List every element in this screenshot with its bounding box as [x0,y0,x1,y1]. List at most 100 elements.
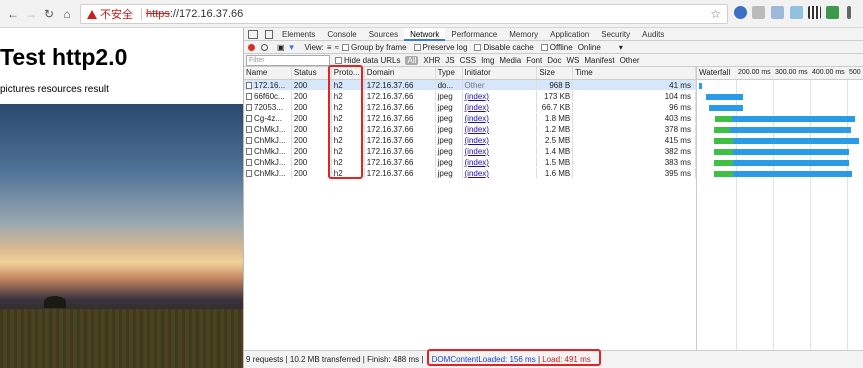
tab-application[interactable]: Application [544,28,595,41]
request-initiator[interactable]: (index) [463,146,538,156]
request-size: 66.7 KB [537,102,574,112]
filter-type-ws[interactable]: WS [566,56,579,65]
request-domain: 172.16.37.66 [365,124,436,134]
filter-input[interactable]: Filter [246,54,330,66]
disable-cache-checkbox[interactable] [474,43,482,51]
offline-option: Offline [540,43,573,52]
extension-icon-5[interactable] [826,6,839,19]
table-row[interactable]: ChMkJ... 200 h2 172.16.37.66 jpeg (index) 2.5 … [244,135,696,146]
filter-type-media[interactable]: Media [499,56,521,65]
table-row[interactable]: ChMkJ... 200 h2 172.16.37.66 jpeg (index) 1.2 … [244,124,696,135]
column-header-waterfall[interactable]: Waterfall [699,67,730,79]
record-icon[interactable] [248,43,255,51]
request-initiator-text: (index) [464,136,489,145]
request-name: Cg-4z... [244,113,292,123]
tab-console[interactable]: Console [321,28,362,41]
extension-icon-1[interactable] [734,6,747,19]
tab-memory[interactable]: Memory [503,28,544,41]
table-row[interactable]: ChMkJ... 200 h2 172.16.37.66 jpeg (index) 1.4 … [244,146,696,157]
tab-audits[interactable]: Audits [636,28,670,41]
reload-icon[interactable]: ↻ [40,5,58,23]
photo-field [0,309,243,368]
table-row[interactable]: ChMkJ... 200 h2 172.16.37.66 jpeg (index) 1.5 … [244,157,696,168]
table-row[interactable]: ChMkJ... 200 h2 172.16.37.66 jpeg (index) 1.6 … [244,168,696,179]
request-status-text: 200 [293,103,308,112]
waterfall-download-bar [699,83,703,89]
camera-icon[interactable]: ▣ [277,43,285,52]
filter-type-other[interactable]: Other [620,56,640,65]
group-by-frame-checkbox[interactable] [341,43,349,51]
request-size: 1.4 MB [537,146,574,156]
image-file-icon [246,126,252,134]
request-type: jpeg [436,168,463,178]
tab-sources[interactable]: Sources [363,28,404,41]
request-initiator[interactable]: (index) [463,124,538,134]
table-row[interactable]: 72053... 200 h2 172.16.37.66 jpeg (index) 66.7… [244,102,696,113]
large-rows-icon[interactable]: ≡ [327,43,332,52]
request-initiator[interactable]: (index) [463,91,538,101]
inspect-icon[interactable] [248,29,258,39]
throttle-select[interactable]: Online ▾ [578,43,623,52]
request-initiator[interactable]: (index) [463,113,538,123]
home-icon[interactable]: ⌂ [58,5,76,23]
column-header-initiator[interactable]: Initiator [463,67,538,79]
request-initiator[interactable]: (index) [463,157,538,167]
request-domain: 172.16.37.66 [365,135,436,145]
request-initiator[interactable]: (index) [463,168,538,178]
request-time: 378 ms [573,124,696,134]
column-header-size[interactable]: Size [537,67,574,79]
request-domain: 172.16.37.66 [365,146,436,156]
preserve-log-checkbox[interactable] [413,43,421,51]
qr-code-icon[interactable] [808,6,821,19]
disable-cache-option: Disable cache [474,43,534,52]
table-row[interactable]: Cg-4z... 200 h2 172.16.37.66 jpeg (index) 1.8 … [244,113,696,124]
column-header-name[interactable]: Name [244,67,292,79]
request-initiator[interactable]: (index) [463,135,538,145]
request-name: 172.16... [244,80,292,90]
clear-icon[interactable] [261,43,268,51]
request-size: 1.5 MB [537,157,574,167]
column-header-status[interactable]: Status [292,67,332,79]
request-type-text: jpeg [437,147,453,156]
request-type-text: jpeg [437,114,453,123]
tab-network[interactable]: Network [404,27,446,41]
request-name-text: 172.16... [254,81,286,90]
column-header-type[interactable]: Type [436,67,463,79]
overview-icon[interactable]: ≈ [335,43,339,52]
page-subtitle: pictures resources result [0,84,109,95]
filter-icon[interactable]: ▼ [288,43,296,52]
filter-type-js[interactable]: JS [445,56,454,65]
menu-icon[interactable] [847,6,851,19]
request-initiator: Other [463,80,538,90]
security-warning[interactable]: 不安全 [81,6,137,22]
hide-data-urls-checkbox[interactable] [335,56,342,64]
table-row[interactable]: 66f60c... 200 h2 172.16.37.66 jpeg (index) 173… [244,91,696,102]
tab-performance[interactable]: Performance [445,28,503,41]
extension-icon-3[interactable] [771,6,784,19]
url-host: ://172.16.37.66 [169,8,244,20]
column-header-domain[interactable]: Domain [365,67,436,79]
filter-type-manifest[interactable]: Manifest [584,56,614,65]
tab-security[interactable]: Security [595,28,636,41]
back-icon[interactable]: ← [4,5,22,23]
table-row[interactable]: 172.16... 200 h2 172.16.37.66 do... Other 968 … [244,80,696,91]
warning-icon [87,9,97,19]
filter-type-img[interactable]: Img [481,56,494,65]
request-initiator[interactable]: (index) [463,102,538,112]
hide-data-urls-label: Hide data URLs [344,55,401,65]
address-bar[interactable]: 不安全 https ://172.16.37.66 ☆ [80,4,728,24]
extension-icon-2[interactable] [752,6,765,19]
bookmark-star-icon[interactable]: ☆ [710,7,721,21]
tab-elements[interactable]: Elements [276,28,321,41]
filter-type-xhr[interactable]: XHR [423,56,440,65]
filter-type-doc[interactable]: Doc [547,56,561,65]
device-toggle-icon[interactable] [265,29,273,39]
forward-icon[interactable]: → [22,5,40,23]
filter-type-font[interactable]: Font [526,56,542,65]
extension-icon-4[interactable] [790,6,803,19]
filter-type-css[interactable]: CSS [460,56,476,65]
column-header-time[interactable]: Time [573,67,696,79]
request-name: ChMkJ... [244,124,292,134]
offline-checkbox[interactable] [540,43,548,51]
filter-type-all[interactable]: All [405,55,419,65]
